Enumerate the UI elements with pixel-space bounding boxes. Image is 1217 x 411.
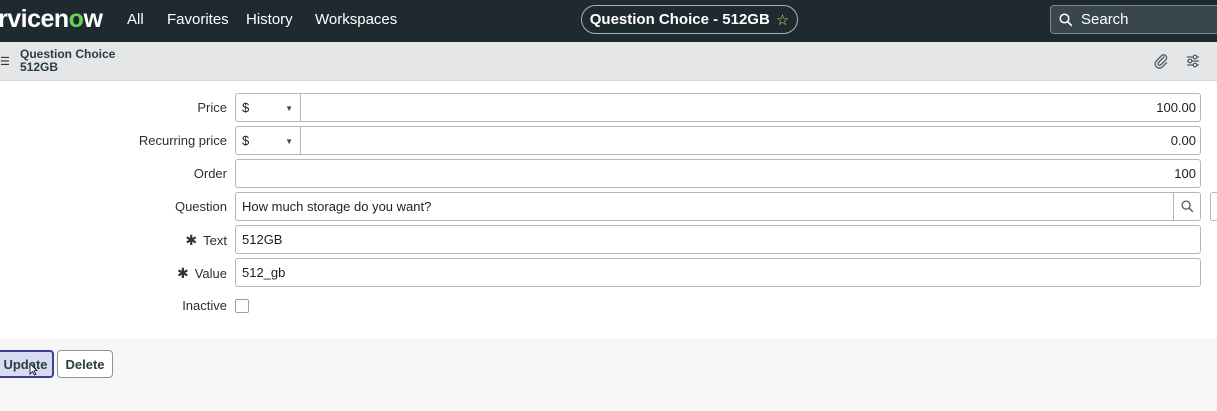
order-row: Order 100: [0, 159, 1217, 188]
search-placeholder: Search: [1081, 11, 1129, 28]
question-label: Question: [174, 199, 227, 214]
top-navigation: rvicenow All Favorites History Workspace…: [0, 0, 1217, 42]
price-row: Price $ ▼ 100.00: [0, 93, 1217, 122]
context-menu-icon[interactable]: ☰: [0, 55, 10, 68]
order-input[interactable]: 100: [235, 159, 1201, 188]
record-title-pill[interactable]: Question Choice - 512GB ☆: [581, 5, 798, 34]
value-label: ✱ Value: [176, 265, 227, 281]
inactive-row: Inactive: [0, 291, 1217, 320]
question-lookup-button[interactable]: [1173, 192, 1201, 221]
nav-history[interactable]: History: [246, 11, 293, 28]
chevron-down-icon: ▼: [285, 137, 293, 146]
delete-button[interactable]: Delete: [57, 350, 113, 378]
update-button[interactable]: Update: [0, 350, 54, 378]
servicenow-logo[interactable]: rvicenow: [0, 5, 103, 34]
settings-sliders-icon[interactable]: [1185, 53, 1201, 69]
text-row: ✱ Text 512GB: [0, 225, 1217, 254]
search-icon: [1059, 12, 1073, 26]
mouse-cursor-icon: [29, 363, 38, 376]
mandatory-icon: ✱: [176, 265, 189, 281]
nav-all[interactable]: All: [127, 11, 144, 28]
order-label: Order: [193, 166, 227, 181]
paperclip-icon[interactable]: [1153, 53, 1169, 69]
price-label: Price: [197, 100, 227, 115]
question-row: Question How much storage do you want?: [0, 192, 1217, 221]
recurring-price-amount-input[interactable]: 0.00: [300, 126, 1201, 155]
recurring-price-row: Recurring price $ ▼ 0.00: [0, 126, 1217, 155]
inactive-label: Inactive: [182, 298, 227, 313]
question-choice-form: Price $ ▼ 100.00 Recurring price $ ▼ 0.0…: [0, 81, 1217, 338]
global-search-input[interactable]: Search: [1050, 5, 1217, 34]
form-title: Question Choice 512GB: [20, 48, 115, 74]
recurring-price-currency-select[interactable]: $ ▼: [235, 126, 301, 155]
form-header: ☰ Question Choice 512GB: [0, 42, 1217, 81]
record-title-text: Question Choice - 512GB: [589, 11, 770, 28]
form-title-record: 512GB: [20, 60, 59, 74]
value-input[interactable]: 512_gb: [235, 258, 1201, 287]
favorite-star-icon[interactable]: ☆: [776, 11, 789, 29]
search-icon: [1180, 200, 1193, 213]
text-label: ✱ Text: [185, 232, 227, 248]
value-row: ✱ Value 512_gb: [0, 258, 1217, 287]
text-input[interactable]: 512GB: [235, 225, 1201, 254]
inactive-checkbox[interactable]: [235, 299, 249, 313]
price-amount-input[interactable]: 100.00: [300, 93, 1201, 122]
nav-workspaces[interactable]: Workspaces: [315, 11, 397, 28]
recurring-price-label: Recurring price: [138, 133, 227, 148]
reference-info-button[interactable]: [1210, 192, 1217, 221]
price-currency-select[interactable]: $ ▼: [235, 93, 301, 122]
nav-favorites[interactable]: Favorites: [167, 11, 229, 28]
price-currency-value: $: [242, 100, 250, 115]
mandatory-icon: ✱: [185, 232, 198, 248]
question-reference-input[interactable]: How much storage do you want?: [235, 192, 1174, 221]
recurring-currency-value: $: [242, 133, 250, 148]
chevron-down-icon: ▼: [285, 104, 293, 113]
